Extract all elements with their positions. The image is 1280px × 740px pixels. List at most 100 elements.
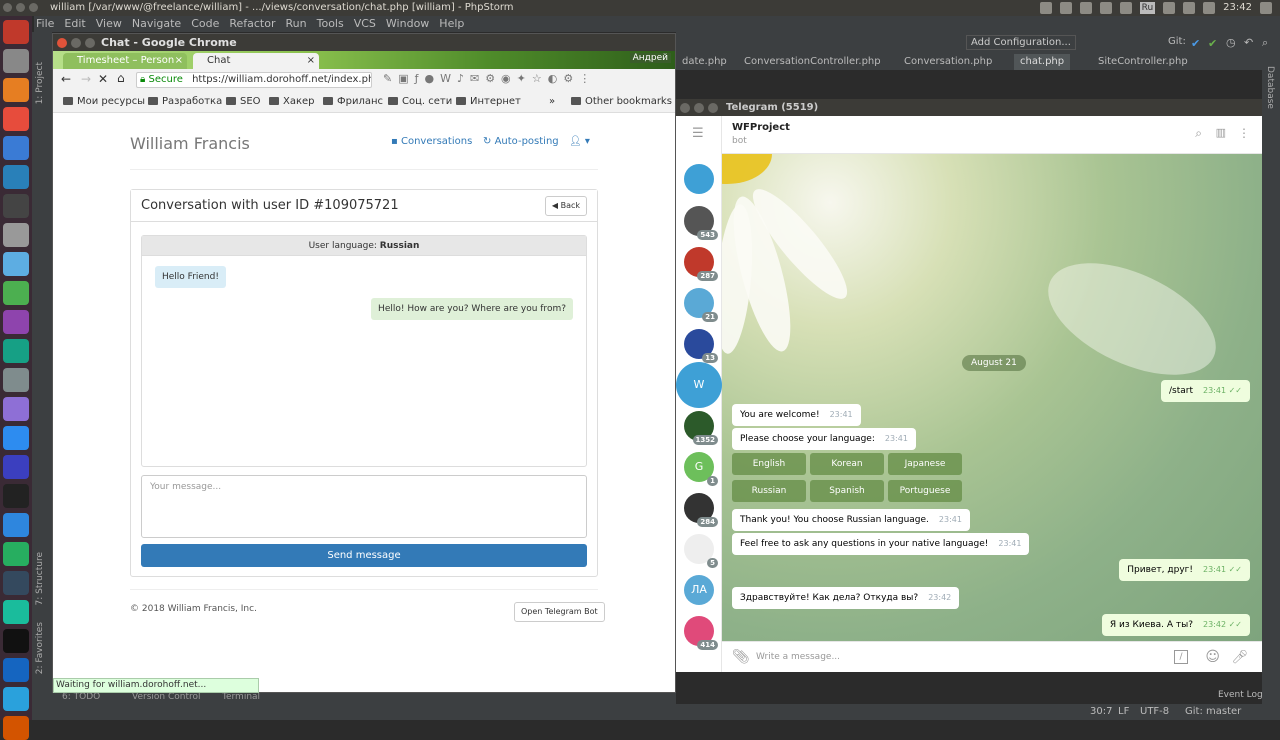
menu-item[interactable]: Refactor xyxy=(229,16,275,32)
nav-conversations[interactable]: ▪ Conversations xyxy=(391,136,472,147)
git-branch[interactable]: Git: master xyxy=(1185,704,1241,720)
dropbox-icon[interactable] xyxy=(1039,2,1052,14)
volume-icon[interactable] xyxy=(1203,2,1216,14)
chat-list-avatar[interactable] xyxy=(684,164,714,194)
keyboard-layout[interactable]: Ru xyxy=(1139,2,1156,14)
language-keyboard-button[interactable]: Portuguese xyxy=(888,480,962,502)
launcher-app-icon[interactable] xyxy=(3,600,29,624)
profile-name[interactable]: Андрей xyxy=(629,53,671,63)
chat-list-avatar[interactable]: ЛА xyxy=(684,575,714,605)
file-encoding[interactable]: UTF-8 xyxy=(1140,704,1169,720)
user-menu-dropdown[interactable]: 👤︎ ▾ xyxy=(569,136,590,147)
window-controls[interactable] xyxy=(3,3,38,12)
bookmark-folder[interactable]: Соц. сети xyxy=(388,91,452,113)
address-bar[interactable]: 🔒︎ Secure https://william.dorohoff.net/i… xyxy=(136,72,372,88)
launcher-app-icon[interactable] xyxy=(3,455,29,479)
bookmark-folder[interactable]: Мои ресурсы xyxy=(63,91,145,113)
launcher-app-icon[interactable] xyxy=(3,107,29,131)
git-history-icon[interactable]: ◷ xyxy=(1226,36,1236,49)
add-configuration-button[interactable]: Add Configuration... xyxy=(966,35,1076,50)
chat-list-avatar[interactable]: 414 xyxy=(684,616,718,650)
forward-arrow-icon[interactable]: → xyxy=(81,72,91,86)
menu-item[interactable]: View xyxy=(96,16,122,32)
structure-tool-tab[interactable]: 7: Structure xyxy=(35,552,45,606)
event-log-button[interactable]: Event Log xyxy=(1218,690,1263,700)
bookmark-folder[interactable]: Разработка xyxy=(148,91,222,113)
back-arrow-icon[interactable]: ← xyxy=(61,72,71,86)
mail-icon[interactable] xyxy=(1163,2,1176,14)
search-icon[interactable]: ⌕ xyxy=(1195,126,1202,141)
launcher-app-icon[interactable] xyxy=(3,310,29,334)
launcher-app-icon[interactable] xyxy=(3,223,29,247)
message-textarea[interactable]: Your message... xyxy=(141,475,587,538)
telegram-tray-icon[interactable] xyxy=(1119,2,1132,14)
launcher-app-icon[interactable] xyxy=(3,339,29,363)
more-options-icon[interactable]: ⋮ xyxy=(1238,126,1250,140)
emoji-icon[interactable]: ☺ xyxy=(1205,642,1220,673)
launcher-app-icon[interactable] xyxy=(3,426,29,450)
tab-timesheet[interactable]: Timesheet – Person × xyxy=(63,53,187,69)
menu-item[interactable]: Tools xyxy=(317,16,344,32)
close-tab-icon[interactable]: × xyxy=(307,53,315,69)
chrome-icon[interactable] xyxy=(1059,2,1072,14)
attach-icon[interactable]: 📎︎ xyxy=(732,642,750,673)
menu-item[interactable]: Run xyxy=(286,16,307,32)
menu-item[interactable]: VCS xyxy=(354,16,376,32)
menu-item[interactable]: Edit xyxy=(64,16,85,32)
tab-site-controller[interactable]: SiteController.php xyxy=(1092,54,1194,70)
language-keyboard-button[interactable]: Japanese xyxy=(888,453,962,475)
telegram-window-controls[interactable] xyxy=(680,103,718,113)
outgoing-message[interactable]: Привет, друг! 23:41 ✓✓ xyxy=(1119,559,1250,581)
chat-list-avatar[interactable]: 5 xyxy=(684,534,718,568)
launcher-app-icon[interactable] xyxy=(3,397,29,421)
site-brand[interactable]: William Francis xyxy=(130,134,250,153)
chrome-window-controls[interactable] xyxy=(57,38,95,48)
maximize-window-icon[interactable] xyxy=(85,38,95,48)
outgoing-message[interactable]: /start 23:41 ✓✓ xyxy=(1160,380,1250,402)
incoming-message[interactable]: Thank you! You choose Russian language. 2… xyxy=(732,509,970,531)
launcher-app-icon[interactable] xyxy=(3,20,29,44)
chat-history[interactable]: User language: Russian Hello Friend! Hel… xyxy=(141,235,587,467)
launcher-app-icon[interactable] xyxy=(3,513,29,537)
launcher-app-icon[interactable] xyxy=(3,281,29,305)
skype-icon[interactable] xyxy=(1099,2,1112,14)
git-commit-icon[interactable]: ✔ xyxy=(1208,37,1217,50)
git-update-icon[interactable]: ✔ xyxy=(1191,37,1200,50)
bot-commands-icon[interactable]: / xyxy=(1174,650,1188,664)
teamviewer-icon[interactable] xyxy=(1079,2,1092,14)
favorites-tool-tab[interactable]: 2: Favorites xyxy=(35,622,45,674)
minimize-window-icon[interactable] xyxy=(71,38,81,48)
language-keyboard-button[interactable]: Spanish xyxy=(810,480,884,502)
outgoing-message[interactable]: Я из Киева. А ты? 23:42 ✓✓ xyxy=(1101,614,1250,636)
menu-item[interactable]: Window xyxy=(386,16,429,32)
message-input[interactable]: Write a message... xyxy=(756,642,840,673)
menu-item[interactable]: File xyxy=(36,16,54,32)
language-keyboard-button[interactable]: English xyxy=(732,453,806,475)
line-separator[interactable]: LF xyxy=(1118,704,1129,720)
launcher-app-icon[interactable] xyxy=(3,136,29,160)
chat-list-avatar[interactable]: 543 xyxy=(684,206,718,240)
language-keyboard-button[interactable]: Korean xyxy=(810,453,884,475)
launcher-app-icon[interactable] xyxy=(3,629,29,653)
chat-list-avatar[interactable]: 13 xyxy=(684,329,718,363)
send-message-button[interactable]: Send message xyxy=(141,544,587,567)
microphone-icon[interactable]: 🎤︎ xyxy=(1231,642,1248,673)
search-everywhere-icon[interactable]: ⌕ xyxy=(1262,36,1268,50)
chat-name[interactable]: WFProject xyxy=(732,122,790,133)
chat-messages-area[interactable]: August 21 /start 23:41 ✓✓ You are welcome!… xyxy=(722,154,1262,641)
sidebar-toggle-icon[interactable]: ▥ xyxy=(1216,126,1226,139)
clock[interactable]: 23:42 xyxy=(1223,0,1252,16)
undo-icon[interactable]: ↶ xyxy=(1244,36,1253,49)
url-text[interactable]: https://william.dorohoff.net/index.php?.… xyxy=(192,74,371,85)
launcher-app-icon[interactable] xyxy=(3,194,29,218)
back-button[interactable]: ◀ Back xyxy=(544,196,587,216)
chat-list-avatar[interactable]: 284 xyxy=(684,493,718,527)
tab-conversation-php[interactable]: Conversation.php xyxy=(898,54,998,70)
chat-list-avatar[interactable]: 21 xyxy=(684,288,718,322)
incoming-message[interactable]: Feel free to ask any questions in your n… xyxy=(732,533,1030,555)
project-tool-tab[interactable]: 1: Project xyxy=(35,62,45,104)
launcher-app-icon[interactable] xyxy=(3,542,29,566)
bookmark-folder[interactable]: SEO xyxy=(226,91,261,113)
close-window-icon[interactable] xyxy=(57,38,67,48)
incoming-message[interactable]: You are welcome! 23:41 xyxy=(732,404,861,426)
